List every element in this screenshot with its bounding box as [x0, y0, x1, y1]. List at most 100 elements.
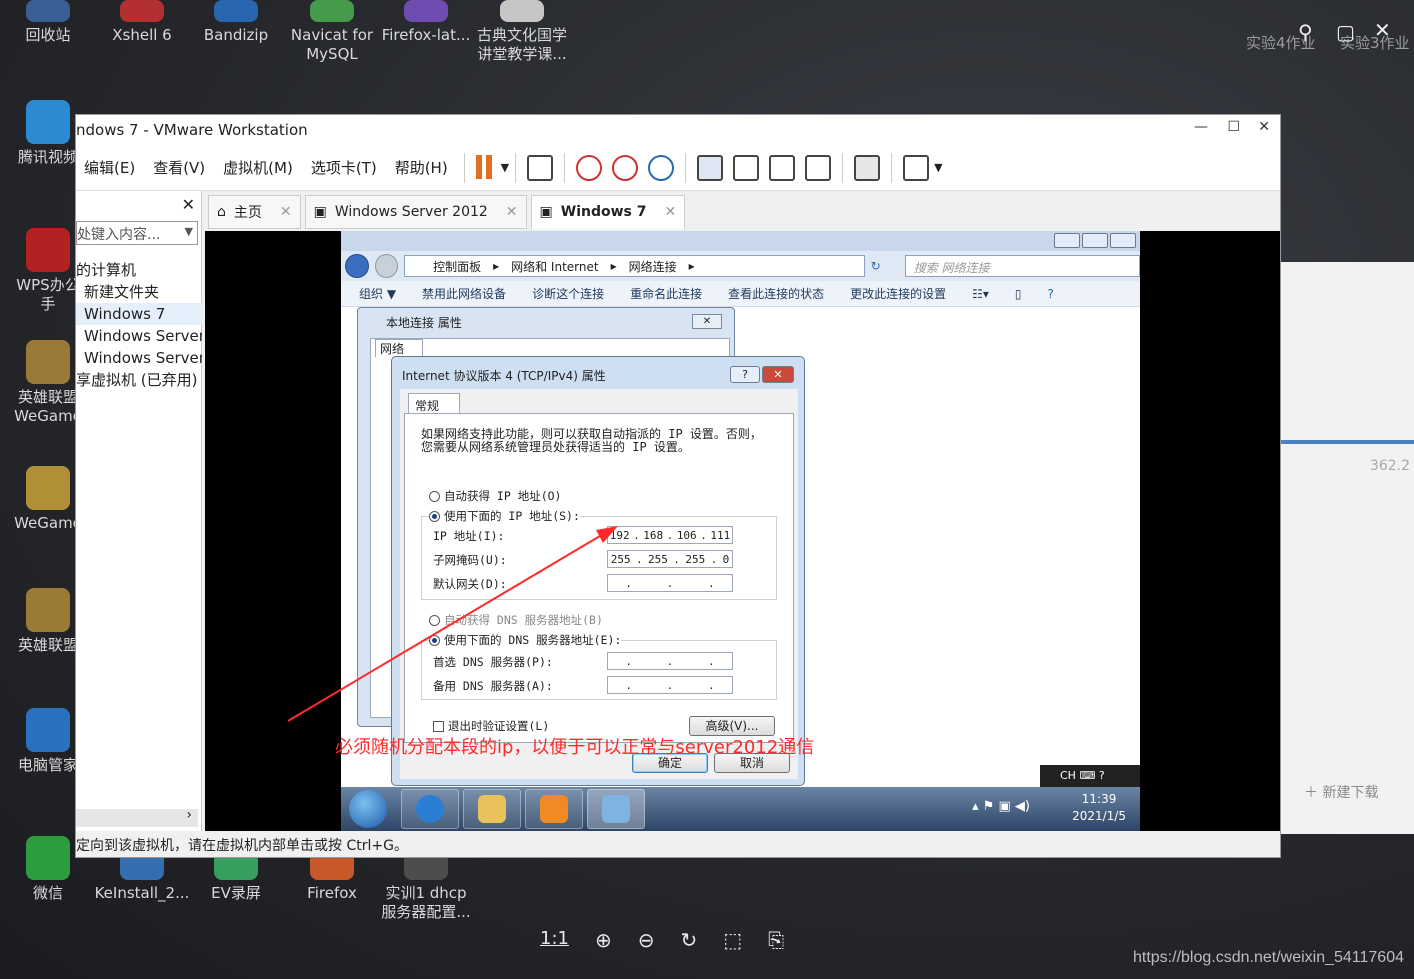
tree-item-windows-server-2[interactable]: Windows Server — [76, 347, 202, 369]
language-bar[interactable]: CH ⌨ ? — [1040, 765, 1140, 787]
auto-ip-radio[interactable]: 自动获得 IP 地址(O) — [429, 488, 561, 504]
desktop-icon-xshell[interactable]: Xshell 6 — [94, 0, 190, 45]
gateway-field[interactable]: ... — [607, 574, 733, 592]
console-view-icon[interactable] — [854, 154, 881, 181]
tree-item-windows-server-1[interactable]: Windows Server — [76, 325, 202, 347]
cmd-view-status[interactable]: 查看此连接的状态 — [728, 285, 824, 302]
cmd-diagnose[interactable]: 诊断这个连接 — [532, 285, 604, 302]
close-icon[interactable]: ✕ — [692, 314, 722, 329]
unity-icon[interactable] — [805, 154, 832, 181]
zoom-out-icon[interactable]: ⊖ — [638, 928, 655, 952]
chevron-down-icon[interactable]: ▼ — [185, 225, 193, 238]
tab-windows-7[interactable]: ▣ Windows 7 ✕ — [530, 195, 686, 229]
new-download-button[interactable]: ＋ 新建下载 — [1304, 782, 1378, 802]
menu-view[interactable]: 查看(V) — [153, 157, 205, 178]
tab-home[interactable]: ⌂ 主页 ✕ — [208, 195, 301, 229]
close-icon[interactable]: ✕ — [506, 204, 518, 220]
cmd-change-settings[interactable]: 更改此连接的设置 — [850, 285, 946, 302]
desktop-icon-navicat[interactable]: Navicat for MySQL — [284, 0, 380, 64]
league-icon — [26, 588, 70, 632]
auto-dns-radio[interactable]: 自动获得 DNS 服务器地址(B) — [429, 612, 603, 628]
forward-icon[interactable] — [374, 254, 399, 278]
maximize-icon[interactable]: ▢ — [1336, 20, 1355, 44]
tree-item-shared-vms[interactable]: 享虚拟机 (已弃用) — [76, 369, 202, 391]
cmd-organize[interactable]: 组织 ▼ — [359, 285, 396, 302]
manual-dns-radio[interactable]: 使用下面的 DNS 服务器地址(E): — [429, 632, 622, 648]
preferred-dns-field[interactable]: ... — [607, 652, 733, 670]
cmd-rename[interactable]: 重命名此连接 — [630, 285, 702, 302]
full-screen-icon[interactable] — [769, 154, 796, 181]
maximize-icon[interactable] — [1082, 233, 1108, 248]
actual-size-button[interactable]: 1:1 — [540, 928, 569, 952]
explorer-search-input[interactable]: 搜索 网络连接 — [904, 255, 1140, 277]
breadcrumb-network-connections[interactable]: 网络连接 — [629, 258, 677, 275]
taskbar-control-panel[interactable] — [587, 789, 645, 829]
view-options-icon[interactable]: ☷▾ — [972, 287, 989, 301]
send-ctrl-alt-del-icon[interactable] — [527, 154, 554, 181]
desktop-icon-course[interactable]: 古典文化国学 讲堂教学课... — [474, 0, 570, 64]
manual-ip-radio[interactable]: 使用下面的 IP 地址(S): — [429, 508, 580, 524]
thumbnail-bar-icon[interactable] — [733, 154, 760, 181]
library-search-input[interactable]: 处键入内容... ▼ — [76, 221, 198, 245]
bandizip-icon — [214, 0, 258, 22]
close-icon[interactable]: ✕ — [1374, 18, 1391, 42]
close-icon[interactable]: ✕ — [762, 366, 794, 383]
tree-item-windows-7[interactable]: Windows 7 — [76, 303, 202, 325]
close-icon[interactable] — [1110, 233, 1136, 248]
tab-windows-server-2012[interactable]: ▣ Windows Server 2012 ✕ — [304, 195, 527, 229]
refresh-icon[interactable]: ↻ — [871, 259, 881, 273]
close-icon[interactable]: ✕ — [280, 204, 292, 220]
minimize-icon[interactable]: — — [1194, 119, 1208, 135]
taskbar-explorer[interactable] — [463, 789, 521, 829]
taskbar-media-player[interactable] — [525, 789, 583, 829]
close-icon[interactable]: ✕ — [1258, 119, 1270, 135]
tree-item-new-folder[interactable]: 新建文件夹 — [76, 281, 202, 303]
close-icon[interactable]: ✕ — [182, 195, 195, 214]
tray-icons[interactable]: ▴ ⚑ ▣ ◀) — [972, 799, 1030, 814]
zoom-in-icon[interactable]: ⊕ — [595, 928, 612, 952]
alternate-dns-field[interactable]: ... — [607, 676, 733, 694]
ip-address-field[interactable]: 192. 168. 106. 111 — [607, 526, 733, 544]
maximize-icon[interactable]: ☐ — [1227, 119, 1240, 135]
stretch-guest-icon[interactable] — [903, 154, 930, 181]
chevron-down-icon[interactable]: ▼ — [501, 161, 509, 174]
library-view-icon[interactable] — [697, 154, 724, 181]
start-button[interactable] — [349, 790, 387, 828]
vm-icon: ▣ — [539, 204, 553, 220]
crop-icon[interactable]: ⬚ — [723, 928, 742, 952]
save-icon[interactable]: ⎘ — [768, 928, 784, 952]
tab-general[interactable]: 常规 — [408, 393, 460, 415]
address-bar[interactable]: 控制面板 ▸ 网络和 Internet ▸ 网络连接 ▸ — [404, 255, 865, 277]
pause-icon[interactable] — [476, 155, 496, 181]
menu-vm[interactable]: 虚拟机(M) — [223, 157, 293, 178]
revert-snapshot-icon[interactable] — [612, 154, 639, 181]
snapshot-manager-icon[interactable] — [648, 154, 675, 181]
system-tray-clock[interactable]: 11:39 2021/1/5 — [1072, 791, 1126, 825]
back-icon[interactable] — [345, 254, 369, 278]
taskbar-ie[interactable] — [401, 789, 459, 829]
tree-item-my-computer[interactable]: 的计算机 — [76, 259, 202, 281]
chevron-down-icon[interactable]: ▼ — [934, 161, 942, 174]
minimize-icon[interactable] — [1054, 233, 1080, 248]
breadcrumb-network-internet[interactable]: 网络和 Internet — [511, 258, 598, 275]
preview-pane-icon[interactable]: ▯ — [1015, 287, 1022, 301]
rotate-icon[interactable]: ↻ — [681, 928, 698, 952]
subnet-mask-field[interactable]: 255. 255. 255. 0 — [607, 550, 733, 568]
snapshot-icon[interactable] — [576, 154, 603, 181]
desktop-icon-bandizip[interactable]: Bandizip — [188, 0, 284, 45]
cmd-disable-device[interactable]: 禁用此网络设备 — [422, 285, 506, 302]
library-scrollbar[interactable]: › — [76, 807, 198, 827]
close-icon[interactable]: ✕ — [665, 204, 677, 220]
breadcrumb-control-panel[interactable]: 控制面板 — [433, 258, 481, 275]
validate-on-exit-checkbox[interactable]: 退出时验证设置(L) — [433, 718, 549, 734]
menu-help[interactable]: 帮助(H) — [395, 157, 448, 178]
chevron-right-icon[interactable]: › — [186, 807, 192, 823]
pin-icon[interactable]: ⚲ — [1298, 20, 1313, 44]
menu-edit[interactable]: 编辑(E) — [84, 157, 135, 178]
help-icon[interactable]: ? — [730, 366, 760, 383]
desktop-icon-recycle-bin[interactable]: 回收站 — [0, 0, 96, 45]
desktop-icon-firefox-installer[interactable]: Firefox-lat... — [378, 0, 474, 45]
tab-network[interactable]: 网络 — [375, 339, 423, 357]
help-icon[interactable]: ? — [1048, 287, 1054, 301]
menu-tabs[interactable]: 选项卡(T) — [311, 157, 377, 178]
